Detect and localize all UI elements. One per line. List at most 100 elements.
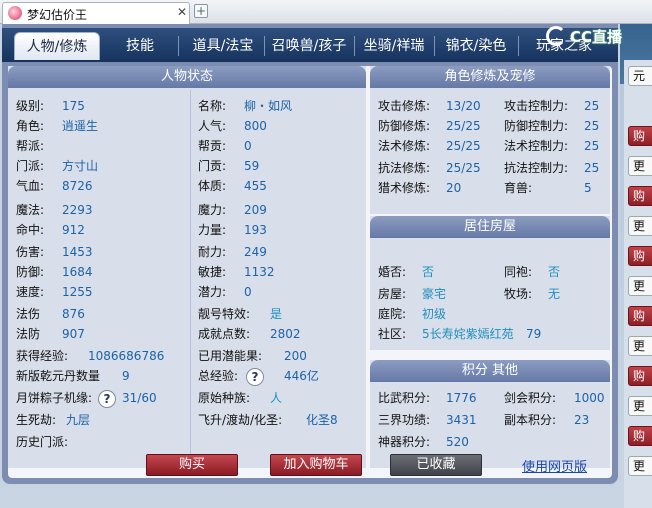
pet-defense-label: 防御控制力: (504, 119, 569, 133)
popularity-value: 800 (244, 119, 267, 133)
achievement-value: 2802 (270, 327, 301, 341)
defense-label: 防御: (16, 265, 45, 279)
cultivation-panel: 角色修炼及宠修 攻击修炼: 13/20 攻击控制力: 25 防御修炼: 25/2… (370, 66, 610, 214)
marriage-label: 婚否: (378, 265, 407, 279)
community-label: 社区: (378, 327, 407, 341)
tab-pets[interactable]: 召唤兽/孩子 (266, 32, 352, 60)
tab-skills[interactable]: 技能 (106, 32, 174, 60)
tab-mounts[interactable]: 坐骑/祥瑞 (356, 32, 432, 60)
scores-panel: 积分 其他 比武积分: 1776 剑会积分: 1000 三界功绩: 3431 副… (370, 360, 610, 468)
mp-value: 2293 (62, 203, 93, 217)
side-buy-button-5[interactable]: 购 (628, 366, 652, 386)
side-more-button-6[interactable]: 更 (628, 456, 652, 476)
role-value: 逍遥生 (62, 119, 99, 133)
pet-resist-label: 抗法控制力: (504, 161, 569, 175)
mooncake-label: 月饼粽子机缘: (16, 391, 93, 405)
level-label: 级别: (16, 99, 45, 113)
role-label: 角色: (16, 119, 45, 133)
pet-attack-value: 25 (584, 99, 600, 113)
ascension-value: 化圣8 (306, 413, 338, 427)
potential-fruit-value: 200 (284, 349, 307, 363)
dungeon-score-label: 副本积分: (504, 413, 557, 427)
side-more-button-3[interactable]: 更 (628, 276, 652, 296)
school-value: 方寸山 (62, 159, 99, 173)
tab-separator (264, 36, 265, 56)
help-icon[interactable]: ? (246, 367, 264, 386)
house-label: 房屋: (378, 287, 407, 301)
side-button-top[interactable]: 元 (628, 66, 652, 86)
ranch-value: 无 (548, 287, 561, 301)
potential-value: 0 (244, 285, 252, 299)
speed-value: 1255 (62, 285, 93, 299)
side-buy-button-4[interactable]: 购 (628, 306, 652, 326)
magic-damage-value: 876 (62, 307, 85, 321)
vanity-number-value: 是 (270, 307, 283, 321)
new-tab-icon[interactable]: + (194, 4, 208, 18)
pet-magic-value: 25 (584, 139, 600, 153)
housing-panel: 居住房屋 婚否: 否 同袍: 否 房屋: 豪宅 牧场: 无 庭院: 初级 社区:… (370, 216, 610, 350)
achievement-label: 成就点数: (198, 327, 251, 341)
side-buy-button-3[interactable]: 购 (628, 246, 652, 266)
potential-label: 潜力: (198, 285, 227, 299)
side-buy-button-2[interactable]: 购 (628, 186, 652, 206)
column-divider (190, 90, 191, 466)
add-to-cart-button[interactable]: 加入购物车 (270, 454, 362, 476)
cultivation-attack-label: 攻击修炼: (378, 99, 431, 113)
tab-bar: 人物/修炼 技能 道具/法宝 召唤兽/孩子 坐骑/祥瑞 锦衣/染色 玩家之家 (2, 28, 618, 62)
pet-breeding-value: 5 (584, 181, 592, 195)
guild-contribution-label: 帮贡: (198, 139, 227, 153)
exp-gained-value: 1086686786 (88, 349, 165, 363)
close-icon[interactable]: ✕ (177, 5, 187, 19)
sworn-label: 同袍: (504, 265, 533, 279)
endurance-label: 耐力: (198, 245, 227, 259)
pet-breeding-label: 育兽: (504, 181, 533, 195)
dungeon-score-value: 23 (574, 413, 590, 427)
guild-contribution-value: 0 (244, 139, 252, 153)
tab-outfits[interactable]: 锦衣/染色 (438, 32, 514, 60)
endurance-value: 249 (244, 245, 267, 259)
browser-tab[interactable]: 梦幻估价王 ✕ (2, 2, 190, 24)
side-more-button-1[interactable]: 更 (628, 156, 652, 176)
mooncake-value: 31/60 (122, 391, 157, 405)
damage-label: 伤害: (16, 245, 45, 259)
cc-logo-text: CC直播 (570, 28, 623, 46)
accuracy-label: 命中: (16, 223, 45, 237)
tab-character[interactable]: 人物/修炼 (14, 32, 100, 60)
browser-tabstrip: 梦幻估价王 ✕ + (0, 0, 652, 24)
favorited-button[interactable]: 已收藏 (390, 454, 482, 476)
cultivation-title: 角色修炼及宠修 (370, 66, 610, 88)
side-buy-button-1[interactable]: 购 (628, 126, 652, 146)
constitution-value: 455 (244, 179, 267, 193)
side-more-button-4[interactable]: 更 (628, 336, 652, 356)
qianyuan-label: 新版乾元丹数量 (16, 369, 101, 383)
damage-value: 1453 (62, 245, 93, 259)
tab-items[interactable]: 道具/法宝 (184, 32, 262, 60)
side-more-button-2[interactable]: 更 (628, 216, 652, 236)
strength-value: 193 (244, 223, 267, 237)
constitution-label: 体质: (198, 179, 227, 193)
buy-button[interactable]: 购买 (146, 454, 238, 476)
dialog-body: 人物状态 级别: 175 角色: 逍遥生 帮派: 门派: 方寸山 气血: 872… (8, 66, 612, 478)
web-version-link[interactable]: 使用网页版 (522, 456, 587, 475)
cultivation-hunting-value: 20 (446, 181, 462, 195)
help-icon[interactable]: ? (98, 389, 116, 408)
school-label: 门派: (16, 159, 45, 173)
side-buy-button-6[interactable]: 购 (628, 426, 652, 446)
qianyuan-value: 9 (122, 369, 130, 383)
community-number: 79 (526, 327, 542, 341)
side-more-button-5[interactable]: 更 (628, 396, 652, 416)
sworn-value: 否 (548, 265, 561, 279)
life-death-label: 生死劫: (16, 413, 57, 427)
scores-title: 积分 其他 (370, 360, 610, 382)
magic-damage-label: 法伤 (16, 307, 41, 321)
magic-defense-value: 907 (62, 327, 85, 341)
sword-score-value: 1000 (574, 391, 605, 405)
school-contribution-label: 门贡: (198, 159, 227, 173)
magic-power-label: 魔力: (198, 203, 227, 217)
school-contribution-value: 59 (244, 159, 260, 173)
cultivation-magic-label: 法术修炼: (378, 139, 431, 153)
app-favicon-icon (8, 6, 22, 20)
tab-separator (518, 36, 519, 56)
browser-tab-title: 梦幻估价王 (27, 8, 88, 22)
artifact-score-value: 520 (446, 435, 469, 449)
